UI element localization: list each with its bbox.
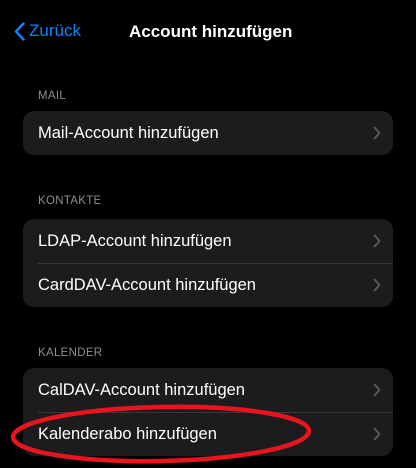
list-item-mail-account[interactable]: Mail-Account hinzufügen	[23, 111, 393, 155]
navigation-bar: Zurück Account hinzufügen	[0, 0, 416, 66]
list-item-ldap-account[interactable]: LDAP-Account hinzufügen	[23, 219, 393, 263]
list-item-label: Kalenderabo hinzufügen	[38, 424, 217, 443]
chevron-right-icon	[373, 427, 381, 441]
list-item-label: CardDAV-Account hinzufügen	[38, 275, 256, 294]
list-item-label: LDAP-Account hinzufügen	[38, 231, 232, 250]
section-header-kontakte: KONTAKTE	[38, 195, 102, 207]
list-item-caldav-account[interactable]: CalDAV-Account hinzufügen	[23, 368, 393, 412]
group-kontakte: LDAP-Account hinzufügen CardDAV-Account …	[23, 219, 393, 307]
list-item-kalenderabo[interactable]: Kalenderabo hinzufügen	[23, 412, 393, 456]
chevron-right-icon	[373, 126, 381, 140]
chevron-left-icon	[14, 21, 25, 41]
page-title: Account hinzufügen	[129, 22, 293, 41]
chevron-right-icon	[373, 234, 381, 248]
group-kalender: CalDAV-Account hinzufügen Kalenderabo hi…	[23, 368, 393, 456]
back-button[interactable]: Zurück	[14, 21, 81, 41]
chevron-right-icon	[373, 383, 381, 397]
group-mail: Mail-Account hinzufügen	[23, 111, 393, 155]
chevron-right-icon	[373, 278, 381, 292]
section-header-kalender: KALENDER	[38, 347, 103, 359]
list-item-label: Mail-Account hinzufügen	[38, 123, 219, 142]
list-item-carddav-account[interactable]: CardDAV-Account hinzufügen	[23, 263, 393, 307]
back-button-label: Zurück	[29, 21, 81, 40]
section-header-mail: MAIL	[38, 90, 67, 102]
list-item-label: CalDAV-Account hinzufügen	[38, 380, 245, 399]
